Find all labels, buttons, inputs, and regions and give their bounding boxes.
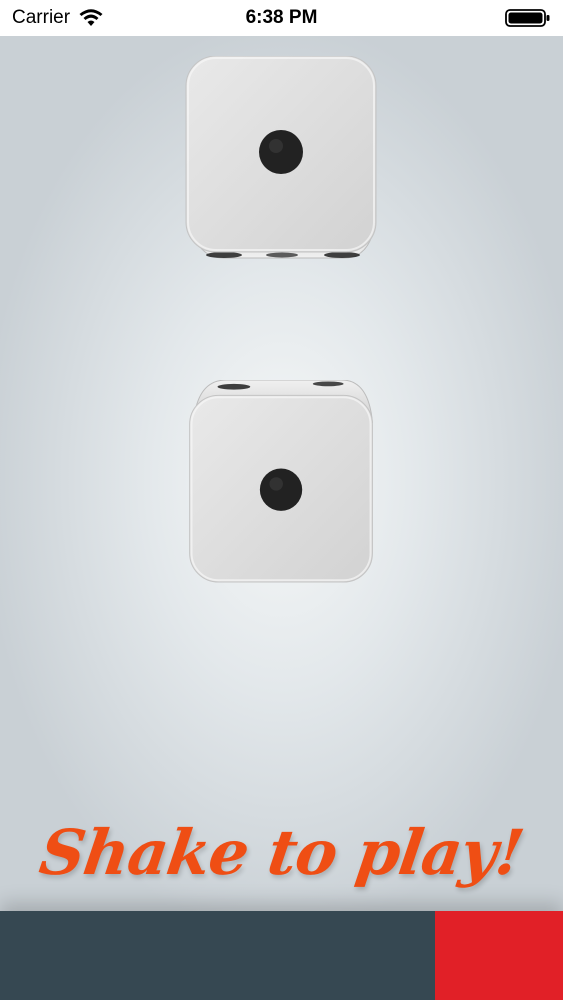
battery-icon	[505, 8, 551, 28]
bottom-bar-red-button[interactable]	[435, 911, 563, 1000]
carrier-label: Carrier	[12, 7, 71, 28]
die-bottom[interactable]	[184, 380, 380, 584]
bottom-bar	[0, 911, 563, 1000]
shake-to-play-prompt: Shake to play!	[35, 816, 528, 889]
dice-app-screen: Carrier 6:38 PM Shake to play!	[0, 0, 563, 1000]
die-top[interactable]	[184, 56, 380, 260]
wifi-icon	[78, 8, 104, 28]
bottom-bar-dark-panel	[0, 911, 435, 1000]
die-bottom-pip	[259, 468, 303, 511]
die-top-pip	[259, 130, 303, 174]
status-bar: Carrier 6:38 PM	[0, 0, 563, 36]
